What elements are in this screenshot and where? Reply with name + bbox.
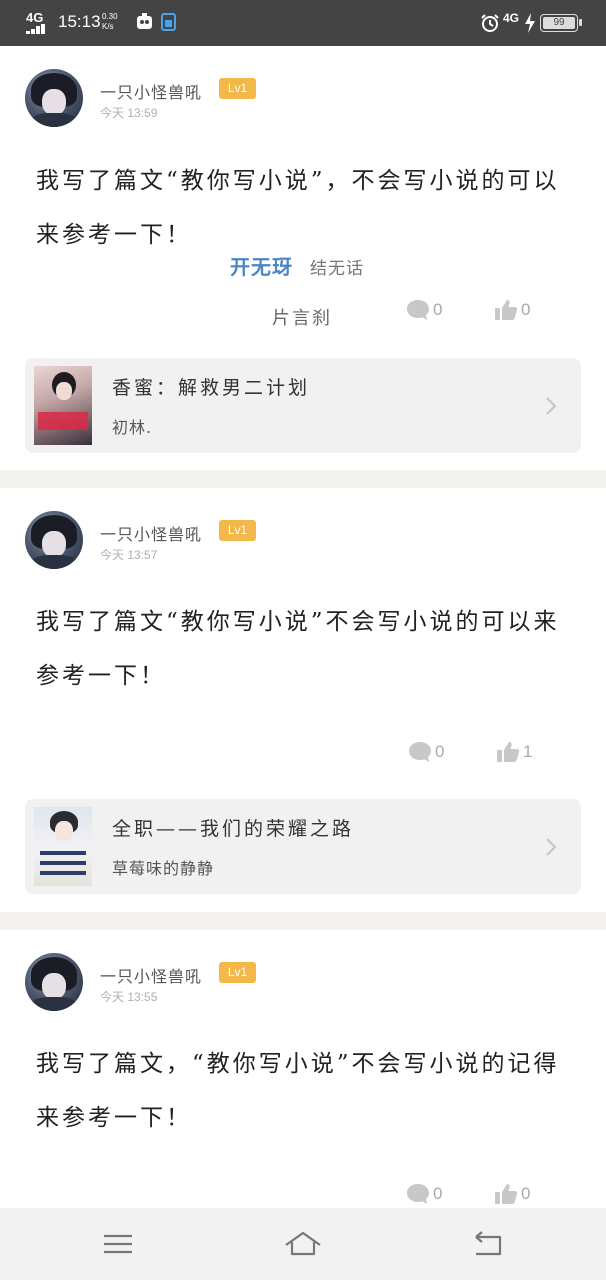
watermark-text: 结无话 <box>310 259 364 279</box>
like-count: 1 <box>523 742 533 761</box>
post-content[interactable]: 我写了篇文“教你写小说”，不会写小说的可以来参考一下！ <box>36 154 576 262</box>
alarm-icon <box>481 14 499 32</box>
comment-button[interactable]: 0 <box>406 1183 442 1205</box>
avatar[interactable] <box>25 69 83 127</box>
post-content[interactable]: 我写了篇文，“教你写小说”不会写小说的记得来参考一下！ <box>36 1037 576 1145</box>
book-cover <box>34 807 92 886</box>
menu-icon[interactable] <box>98 1228 138 1260</box>
chevron-right-icon <box>546 838 557 856</box>
network-speed: 0.30 K/s <box>102 12 118 32</box>
app-notification-icon <box>137 13 152 29</box>
battery-icon: 99 <box>540 14 582 32</box>
back-icon[interactable] <box>468 1228 508 1260</box>
thumbs-up-icon <box>497 742 520 762</box>
like-count: 0 <box>521 1184 531 1203</box>
network-type-right: 4G <box>503 11 520 25</box>
status-bar: 4G 15:13 0.30 K/s 4G 99 <box>0 0 606 46</box>
like-button[interactable]: 0 <box>494 1183 530 1205</box>
clock: 15:13 <box>58 12 101 31</box>
username[interactable]: 一只小怪兽吼 <box>100 963 202 987</box>
username[interactable]: 一只小怪兽吼 <box>100 79 202 103</box>
book-cover <box>34 366 92 445</box>
post-date: 今天 13:57 <box>100 548 158 562</box>
post-divider <box>0 912 606 930</box>
book-title: 香蜜：解救男二计划 <box>112 377 311 399</box>
watermark-text: 片言刹 <box>272 308 332 329</box>
chevron-right-icon <box>546 397 557 415</box>
thumbs-up-icon <box>495 300 518 320</box>
comment-count: 0 <box>433 1184 443 1203</box>
phone-manager-icon <box>161 13 176 31</box>
comment-button[interactable]: 0 <box>408 741 444 763</box>
speed-value: 0.30 <box>102 12 118 21</box>
comment-bubble-icon <box>407 1184 429 1204</box>
level-badge: Lv1 <box>219 962 256 983</box>
username[interactable]: 一只小怪兽吼 <box>100 521 202 545</box>
speed-unit: K/s <box>102 22 114 31</box>
book-title: 全职——我们的荣耀之路 <box>112 818 355 840</box>
level-badge: Lv1 <box>219 78 256 99</box>
post-card[interactable]: 一只小怪兽吼 Lv1 今天 13:59 我写了篇文“教你写小说”，不会写小说的可… <box>0 46 606 470</box>
book-card[interactable]: 香蜜：解救男二计划 初林. <box>25 358 581 453</box>
thumbs-up-icon <box>495 1184 518 1204</box>
like-button[interactable]: 1 <box>496 741 532 763</box>
post-date: 今天 13:55 <box>100 990 158 1004</box>
level-badge: Lv1 <box>219 520 256 541</box>
post-content[interactable]: 我写了篇文“教你写小说”不会写小说的可以来参考一下！ <box>36 595 576 703</box>
post-card[interactable]: 一只小怪兽吼 Lv1 今天 13:57 我写了篇文“教你写小说”不会写小说的可以… <box>0 488 606 912</box>
book-author: 初林. <box>112 418 153 437</box>
network-type: 4G <box>26 10 44 25</box>
comment-bubble-icon <box>407 300 429 320</box>
post-card[interactable]: 一只小怪兽吼 Lv1 今天 13:55 我写了篇文，“教你写小说”不会写小说的记… <box>0 930 606 1208</box>
system-navigation-bar <box>0 1208 606 1280</box>
like-button[interactable]: 0 <box>494 299 530 321</box>
post-divider <box>0 470 606 488</box>
book-author: 草莓味的静静 <box>112 859 215 878</box>
comment-bubble-icon <box>409 742 431 762</box>
like-count: 0 <box>521 300 531 319</box>
comment-count: 0 <box>435 742 445 761</box>
post-date: 今天 13:59 <box>100 106 158 120</box>
watermark-text: 开无玡 <box>230 255 293 279</box>
avatar[interactable] <box>25 953 83 1011</box>
battery-level: 99 <box>543 17 575 29</box>
charging-icon <box>525 13 535 33</box>
signal-icon <box>26 24 48 34</box>
comment-count: 0 <box>433 300 443 319</box>
home-icon[interactable] <box>283 1228 323 1260</box>
avatar[interactable] <box>25 511 83 569</box>
book-card[interactable]: 全职——我们的荣耀之路 草莓味的静静 <box>25 799 581 894</box>
comment-button[interactable]: 0 <box>406 299 442 321</box>
